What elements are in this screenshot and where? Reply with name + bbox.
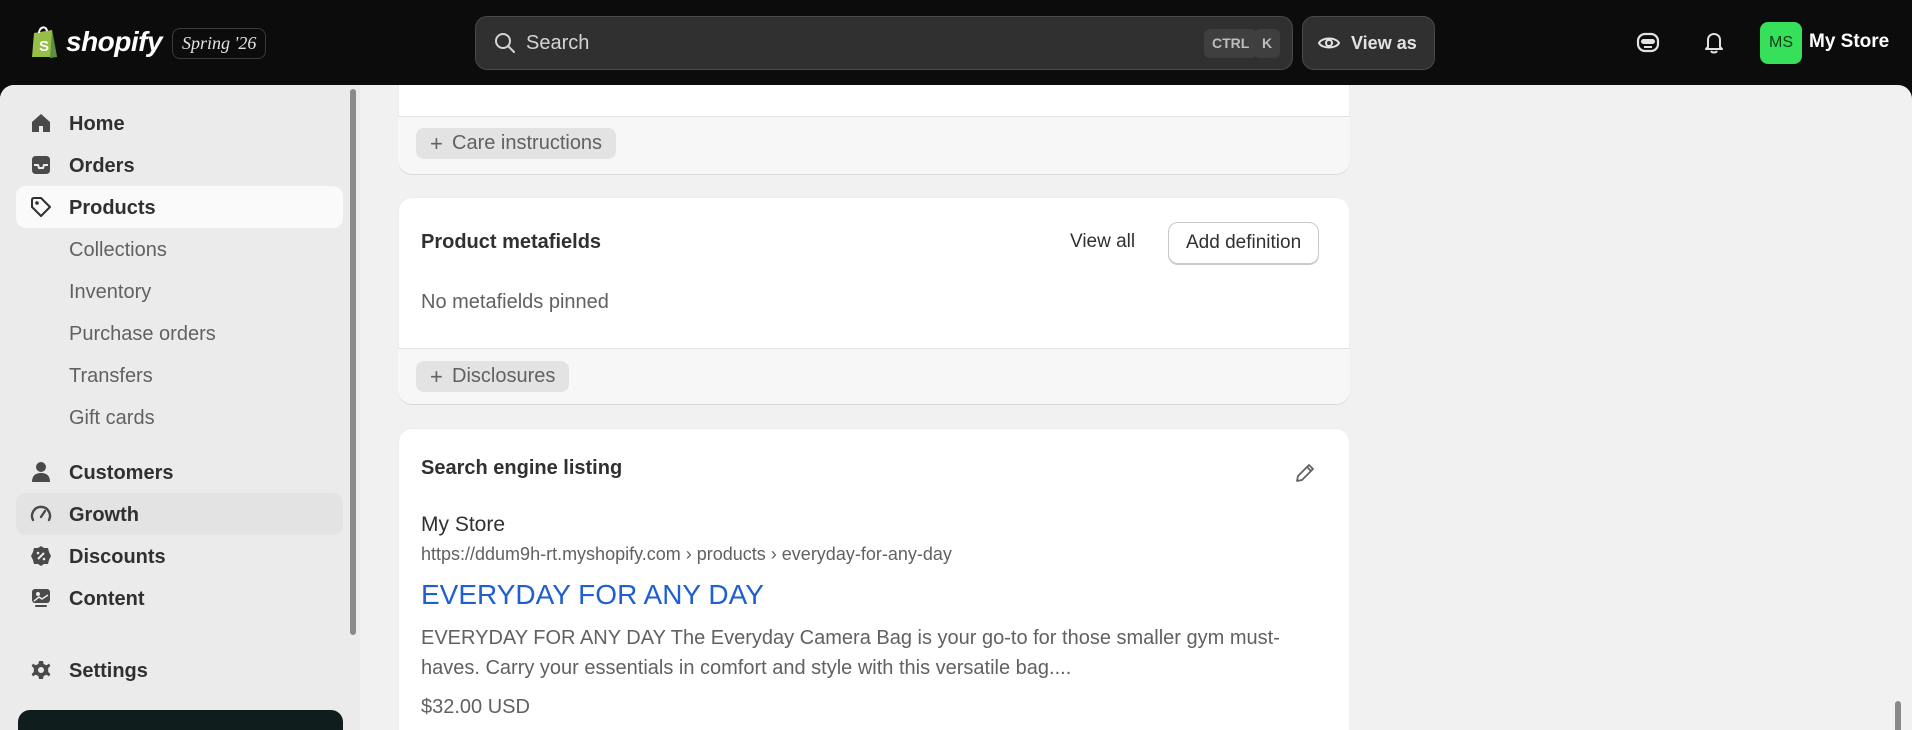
shopify-bag-icon: S bbox=[32, 26, 57, 58]
seo-page-title: EVERYDAY FOR ANY DAY bbox=[421, 579, 764, 610]
shortcut-k: K bbox=[1254, 29, 1281, 58]
plus-icon: + bbox=[430, 364, 443, 389]
add-definition-button[interactable]: Add definition bbox=[1168, 222, 1320, 264]
product-metafields-card: Product metafields View all Add definiti… bbox=[398, 197, 1350, 404]
search-placeholder: Search bbox=[526, 31, 590, 54]
discount-icon bbox=[31, 546, 51, 566]
sidebar-item-products[interactable]: Products bbox=[16, 186, 343, 228]
seo-store-name: My Store bbox=[421, 513, 506, 536]
tag-icon bbox=[31, 197, 51, 217]
sidebar-item-home[interactable]: Home bbox=[16, 102, 343, 144]
brand-name: shopify bbox=[66, 26, 163, 57]
search-bar[interactable]: Search CTRL K bbox=[475, 16, 1293, 70]
care-instructions-chip[interactable]: + Care instructions bbox=[416, 128, 617, 159]
gauge-icon bbox=[30, 505, 52, 522]
empty-metafields-text: No metafields pinned bbox=[421, 291, 609, 313]
sidebar-item-label: Growth bbox=[69, 504, 139, 526]
sidebar-bottom-card[interactable] bbox=[18, 710, 343, 730]
sidebar-item-discounts[interactable]: Discounts bbox=[16, 535, 343, 577]
edition-badge[interactable]: Spring '26 bbox=[172, 28, 267, 59]
sidebar: Home Orders Products Collections Invento… bbox=[0, 85, 360, 730]
sidebar-subitem-collections[interactable]: Collections bbox=[69, 239, 167, 262]
sidebar-item-label: Products bbox=[69, 197, 156, 219]
chip-label: Care instructions bbox=[452, 132, 603, 154]
sidebar-item-label: Orders bbox=[69, 155, 135, 177]
view-as-button[interactable]: View as bbox=[1302, 16, 1435, 70]
card-footer: + Disclosures bbox=[398, 348, 1350, 404]
search-icon bbox=[495, 33, 515, 53]
card-title: Search engine listing bbox=[421, 457, 623, 479]
top-bar: S shopify Spring '26 Search CTRL K View … bbox=[0, 0, 1912, 85]
view-as-label: View as bbox=[1351, 32, 1417, 53]
avatar[interactable]: MS bbox=[1760, 22, 1802, 64]
sidebar-subitem-gift-cards[interactable]: Gift cards bbox=[69, 407, 155, 430]
seo-description: EVERYDAY FOR ANY DAY The Everyday Camera… bbox=[421, 627, 1280, 679]
card-footer: + Care instructions bbox=[398, 116, 1350, 174]
chip-label: Disclosures bbox=[452, 365, 556, 387]
content-icon bbox=[32, 589, 50, 607]
bell-icon[interactable] bbox=[1700, 28, 1728, 56]
inbox-icon bbox=[32, 156, 50, 174]
sidebar-item-content[interactable]: Content bbox=[16, 577, 343, 619]
search-engine-listing-card: Search engine listing My Store https://d… bbox=[398, 428, 1350, 730]
sidebar-item-label: Settings bbox=[69, 660, 148, 682]
seo-price: $32.00 USD bbox=[421, 696, 530, 718]
sidebar-scrollbar[interactable] bbox=[350, 89, 356, 635]
sidekick-icon[interactable] bbox=[1634, 28, 1662, 56]
person-icon bbox=[32, 462, 50, 482]
sidebar-item-label: Content bbox=[69, 588, 145, 610]
sidebar-item-orders[interactable]: Orders bbox=[16, 144, 343, 186]
sidebar-item-settings[interactable]: Settings bbox=[16, 649, 343, 691]
gear-icon bbox=[31, 661, 51, 679]
disclosures-chip[interactable]: + Disclosures bbox=[416, 361, 570, 392]
shortcut-ctrl: CTRL bbox=[1204, 29, 1258, 58]
view-all-button[interactable]: View all bbox=[1070, 231, 1135, 253]
main-scrollbar[interactable] bbox=[1895, 701, 1901, 730]
sidebar-subitem-transfers[interactable]: Transfers bbox=[69, 365, 153, 388]
svg-text:S: S bbox=[39, 38, 49, 55]
plus-icon: + bbox=[430, 131, 443, 156]
admin-frame: Home Orders Products Collections Invento… bbox=[0, 85, 1912, 730]
home-icon bbox=[32, 114, 50, 132]
seo-url: https://ddum9h-rt.myshopify.com › produc… bbox=[421, 544, 952, 564]
card-title: Product metafields bbox=[421, 231, 602, 253]
sidebar-item-growth[interactable]: Growth bbox=[16, 493, 343, 535]
sidebar-item-label: Customers bbox=[69, 462, 174, 484]
eye-icon bbox=[1317, 37, 1341, 49]
sidebar-subitem-purchase-orders[interactable]: Purchase orders bbox=[69, 323, 216, 346]
sidebar-item-label: Home bbox=[69, 113, 125, 135]
sidebar-item-label: Discounts bbox=[69, 546, 166, 568]
pencil-icon[interactable] bbox=[1293, 461, 1317, 485]
store-name[interactable]: My Store bbox=[1809, 31, 1889, 53]
sidebar-subitem-inventory[interactable]: Inventory bbox=[69, 281, 151, 304]
shopify-logo[interactable]: S shopify bbox=[30, 24, 163, 60]
sidebar-item-customers[interactable]: Customers bbox=[16, 451, 343, 493]
care-instructions-card: + Care instructions bbox=[398, 85, 1350, 174]
